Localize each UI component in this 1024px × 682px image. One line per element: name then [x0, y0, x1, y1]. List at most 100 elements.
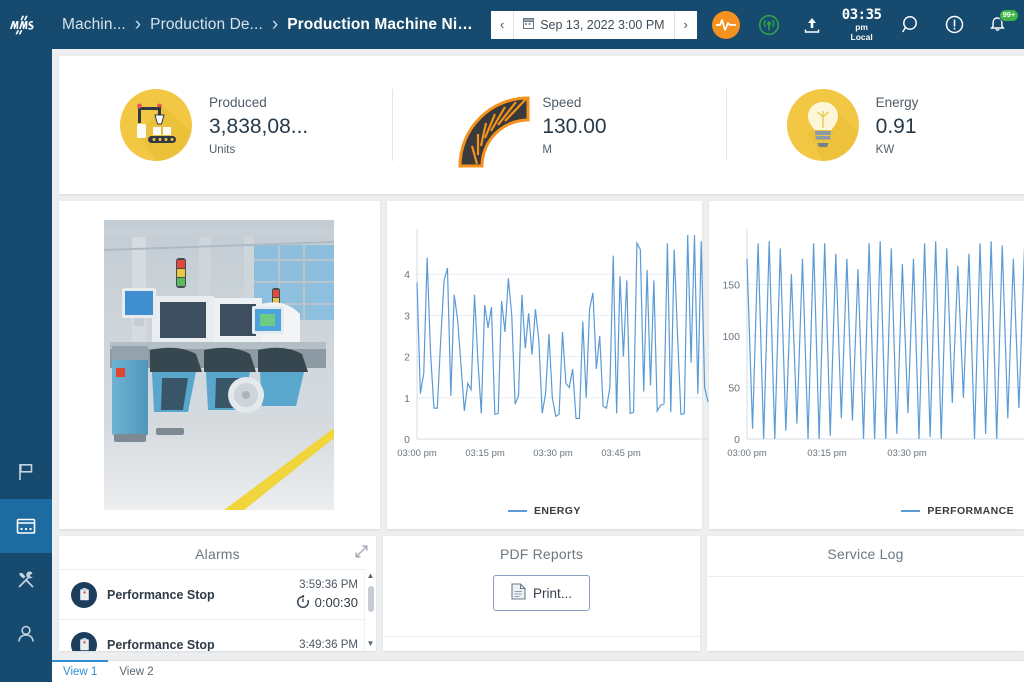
dashboard-icon — [16, 518, 36, 534]
kpi-produced: Produced 3,838,08... Units — [59, 56, 392, 194]
tools-icon — [18, 571, 34, 588]
legend-swatch — [507, 510, 527, 512]
breadcrumb-item-1[interactable]: Machin... — [62, 16, 126, 34]
search-icon[interactable] — [890, 0, 933, 49]
svg-text:3: 3 — [404, 310, 410, 322]
speed-fan-icon — [450, 86, 530, 168]
legend-label: ENERGY — [533, 505, 581, 517]
table-row[interactable]: Performance Stop 3:49:36 PM — [59, 619, 364, 651]
pdf-reports-panel: PDF Reports Print... — [383, 536, 700, 651]
svg-text:03:15 pm: 03:15 pm — [465, 448, 505, 459]
edit-pencil-icon[interactable] — [1019, 0, 1024, 49]
breadcrumb-separator: › — [271, 14, 279, 35]
svg-text:4: 4 — [404, 269, 410, 281]
svg-text:150: 150 — [722, 280, 740, 292]
kpi-value: 130.00 — [542, 114, 607, 138]
alarm-name: Performance Stop — [107, 587, 215, 602]
scroll-up-icon[interactable]: ▲ — [367, 572, 375, 580]
alarm-clipboard-icon — [71, 631, 97, 651]
date-value: Sep 13, 2022 3:00 PM — [540, 17, 665, 32]
sidebar-item-user[interactable] — [0, 607, 52, 661]
date-prev-button[interactable]: ‹ — [491, 10, 514, 39]
bottom-row: Alarms Performance Stop 3:59:36 PM 0:00:… — [59, 536, 1024, 651]
kpi-energy: Energy 0.91 KW — [725, 56, 1024, 194]
document-icon — [511, 583, 526, 603]
expand-icon[interactable] — [355, 545, 368, 563]
performance-chart[interactable]: 0 50 100 150 03:00 pm 03:15 pm 03:30 pm — [709, 219, 1024, 481]
divider — [383, 636, 700, 637]
notification-count-badge: 99+ — [998, 9, 1020, 22]
middle-row: 0 1 2 3 4 03:00 pm 03:15 pm 03:30 pm 03:45 pm EN… — [59, 201, 1024, 529]
kpi-row: Produced 3,838,08... Units Speed 130.00 … — [59, 56, 1024, 194]
user-icon — [18, 625, 34, 642]
alert-icon[interactable] — [933, 0, 976, 49]
svg-text:03:00 pm: 03:00 pm — [727, 448, 767, 459]
svg-text:2: 2 — [404, 352, 410, 364]
svg-text:50: 50 — [728, 383, 740, 395]
alarm-duration: 0:00:30 — [314, 594, 358, 610]
top-bar: Machin... › Production De... › Productio… — [0, 0, 1024, 49]
alarm-time: 3:49:36 PM — [299, 638, 358, 651]
svg-text:100: 100 — [722, 331, 740, 343]
svg-text:03:45 pm: 03:45 pm — [601, 448, 641, 459]
date-field[interactable]: Sep 13, 2022 3:00 PM — [513, 10, 675, 39]
svg-text:0: 0 — [734, 434, 740, 446]
scrollbar-thumb[interactable] — [367, 586, 374, 612]
alarm-time: 3:59:36 PM — [299, 578, 358, 591]
breadcrumb-item-2[interactable]: Production De... — [150, 16, 263, 34]
factory-photo — [104, 220, 335, 510]
kpi-unit: M — [542, 143, 552, 156]
performance-chart-legend: PERFORMANCE — [709, 505, 1024, 517]
clock-time: 03:35 — [841, 6, 882, 23]
alarm-clipboard-icon — [71, 581, 97, 608]
svg-text:0: 0 — [404, 434, 410, 446]
signal-broadcast-icon[interactable] — [748, 0, 791, 49]
machine-photo-panel — [59, 201, 380, 529]
svg-text:03:30 pm: 03:30 pm — [887, 448, 927, 459]
flag-icon — [19, 464, 33, 480]
energy-chart-panel: 0 1 2 3 4 03:00 pm 03:15 pm 03:30 pm 03:45 pm EN… — [386, 201, 709, 529]
performance-chart-panel: 0 50 100 150 03:00 pm 03:15 pm 03:30 pm PERFOR… — [708, 201, 1024, 529]
robot-conveyor-icon — [117, 86, 195, 164]
date-next-button[interactable]: › — [674, 10, 697, 39]
notifications-bell-icon[interactable]: 99+ — [976, 0, 1020, 49]
live-pulse-icon[interactable] — [705, 0, 748, 49]
content-area: Produced 3,838,08... Units Speed 130.00 … — [52, 49, 1024, 682]
tab-view-1[interactable]: View 1 — [52, 660, 109, 682]
alarm-list[interactable]: Performance Stop 3:59:36 PM 0:00:30 Perf… — [59, 569, 364, 651]
app-root: Machin... › Production De... › Productio… — [0, 0, 1024, 682]
lightbulb-icon — [784, 86, 862, 164]
sidebar-item-tools[interactable] — [0, 553, 52, 607]
energy-chart[interactable]: 0 1 2 3 4 03:00 pm 03:15 pm 03:30 pm 03:45 pm — [387, 219, 709, 481]
view-tab-bar: View 1 View 2 — [52, 660, 1024, 682]
kpi-unit: KW — [875, 143, 895, 156]
upload-icon[interactable] — [791, 0, 834, 49]
kpi-label: Speed — [542, 94, 582, 110]
app-logo[interactable] — [0, 0, 52, 49]
scroll-down-icon[interactable]: ▼ — [367, 640, 375, 648]
clock-icon[interactable]: 03:35 pm Local — [834, 0, 890, 49]
service-log-title: Service Log — [827, 546, 904, 562]
table-row[interactable]: Performance Stop 3:59:36 PM 0:00:30 — [59, 569, 364, 619]
alarm-name: Performance Stop — [107, 637, 215, 652]
pdf-reports-title: PDF Reports — [499, 546, 584, 562]
legend-label: PERFORMANCE — [927, 505, 1014, 517]
tab-view-2[interactable]: View 2 — [108, 660, 164, 682]
breadcrumb-item-3[interactable]: Production Machine Niv... — [287, 16, 473, 34]
kpi-label: Produced — [209, 94, 267, 110]
kpi-unit: Units — [209, 143, 236, 156]
toolbar-icons: 03:35 pm Local 99+ — [705, 0, 1024, 49]
print-button[interactable]: Print... — [492, 575, 590, 611]
kpi-value: 3,838,08... — [209, 114, 309, 138]
date-navigator: ‹ Sep 13, 2022 3:00 PM › — [491, 10, 697, 39]
service-log-panel: Service Log — [707, 536, 1024, 651]
kpi-label: Energy — [875, 94, 919, 110]
sidebar-item-dashboards[interactable] — [0, 499, 52, 553]
calendar-icon — [523, 16, 535, 34]
alarms-scrollbar[interactable]: ▲ ▼ — [364, 569, 376, 651]
svg-text:03:00 pm: 03:00 pm — [397, 448, 437, 459]
sidebar-item-flags[interactable] — [0, 445, 52, 499]
alarms-title: Alarms — [195, 546, 240, 562]
svg-text:03:15 pm: 03:15 pm — [807, 448, 847, 459]
